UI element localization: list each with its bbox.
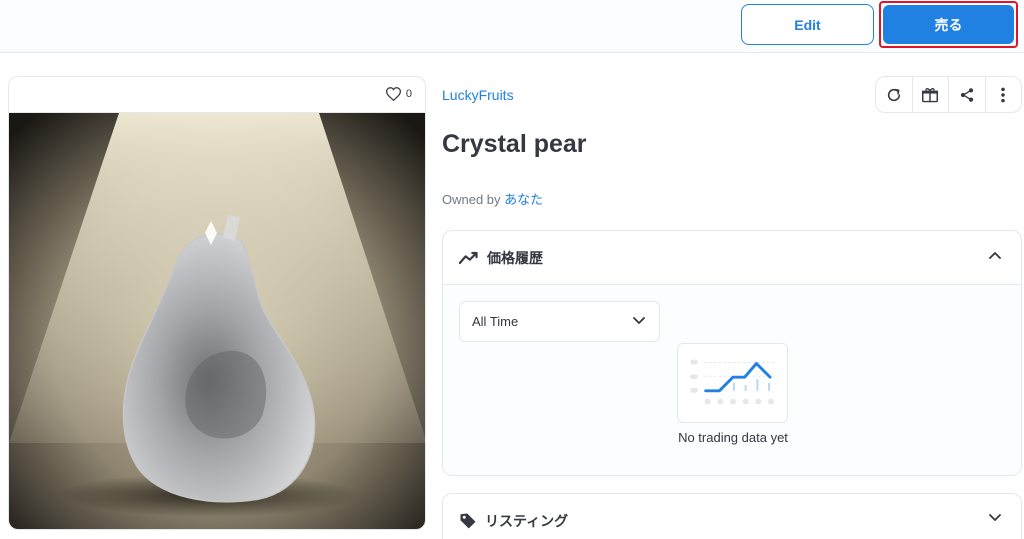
price-history-body: All Time No trading data yet <box>443 284 1021 475</box>
owner-line: Owned by あなた <box>442 189 543 208</box>
chevron-down-icon <box>989 514 1001 521</box>
time-range-value: All Time <box>472 314 519 329</box>
time-range-select[interactable]: All Time <box>459 301 660 342</box>
refresh-icon <box>887 88 900 101</box>
share-icon <box>960 87 973 102</box>
empty-chart-illustration <box>677 343 788 423</box>
trend-line-icon <box>459 251 478 264</box>
item-title: Crystal pear <box>442 130 587 158</box>
more-options-button[interactable] <box>986 77 1022 112</box>
owner-link[interactable]: あなた <box>504 192 543 207</box>
heart-icon <box>385 87 401 101</box>
transfer-button[interactable] <box>913 77 949 112</box>
favorite-button[interactable]: 0 <box>385 87 412 101</box>
listings-title: リスティング <box>485 512 569 529</box>
favorite-count: 0 <box>405 88 412 100</box>
item-image <box>9 113 425 529</box>
edit-button[interactable]: Edit <box>741 4 874 45</box>
item-media-card: 0 <box>8 76 426 530</box>
chevron-up-icon <box>989 252 1001 259</box>
sell-button[interactable]: 売る <box>883 5 1014 44</box>
price-history-panel: 価格履歴 All Time No trading data yet <box>442 230 1022 476</box>
collection-link[interactable]: LuckyFruits <box>442 87 514 103</box>
item-actions-group <box>875 76 1022 113</box>
tag-icon <box>460 513 476 528</box>
owned-by-label: Owned by <box>442 192 501 207</box>
listings-header[interactable]: リスティング <box>443 494 1021 539</box>
gift-icon <box>922 87 939 102</box>
chevron-down-icon <box>633 317 645 324</box>
listings-panel: リスティング <box>442 493 1022 539</box>
no-trading-data-text: No trading data yet <box>678 430 788 445</box>
sell-button-highlight: 売る <box>879 1 1018 48</box>
share-button[interactable] <box>949 77 986 112</box>
top-action-bar: Edit 売る <box>0 0 1024 53</box>
price-history-header[interactable]: 価格履歴 <box>443 231 1021 284</box>
refresh-button[interactable] <box>876 77 913 112</box>
price-history-title: 価格履歴 <box>487 249 543 266</box>
more-vertical-icon <box>1001 87 1006 102</box>
media-header: 0 <box>9 77 425 113</box>
